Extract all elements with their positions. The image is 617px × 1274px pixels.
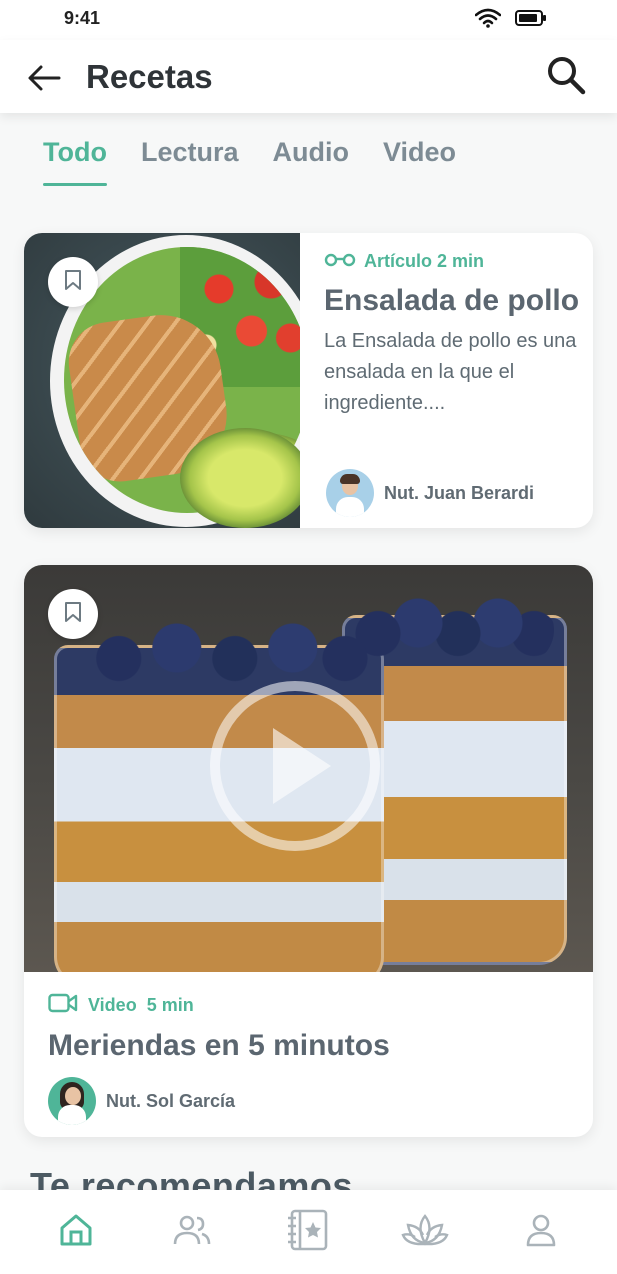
home-icon bbox=[59, 1213, 93, 1252]
tab-todo[interactable]: Todo bbox=[43, 137, 107, 186]
author-name: Nut. Sol García bbox=[106, 1090, 236, 1111]
profile-icon bbox=[525, 1213, 557, 1252]
video-author[interactable]: Nut. Sol García bbox=[48, 1077, 235, 1125]
play-icon bbox=[273, 728, 331, 804]
video-camera-icon bbox=[48, 993, 78, 1018]
app-header: Recetas bbox=[0, 40, 617, 113]
video-duration: 5 min bbox=[146, 995, 194, 1015]
battery-icon bbox=[515, 9, 547, 32]
users-icon bbox=[173, 1214, 211, 1251]
play-button[interactable] bbox=[210, 681, 380, 851]
status-time: 9:41 bbox=[64, 8, 101, 28]
search-icon bbox=[546, 55, 586, 100]
nav-community[interactable] bbox=[162, 1202, 222, 1262]
article-author[interactable]: Nut. Juan Berardi bbox=[326, 469, 534, 517]
glasses-icon bbox=[324, 251, 356, 272]
bookmark-icon bbox=[64, 269, 82, 296]
bookmark-icon bbox=[64, 601, 82, 628]
parfait-video-thumbnail bbox=[24, 565, 593, 972]
bookmark-button[interactable] bbox=[48, 589, 98, 639]
nav-profile[interactable] bbox=[511, 1202, 571, 1262]
bookmark-button[interactable] bbox=[48, 257, 98, 307]
tab-audio[interactable]: Audio bbox=[273, 137, 349, 186]
page-title: Recetas bbox=[86, 58, 213, 95]
author-name: Nut. Juan Berardi bbox=[384, 482, 535, 503]
article-type-duration: Artículo 2 min bbox=[364, 251, 485, 271]
video-card[interactable]: Video 5 min Meriendas en 5 minutos Nut. … bbox=[24, 565, 593, 1137]
status-bar: 9:41 bbox=[0, 0, 617, 40]
article-meta: Artículo 2 min bbox=[324, 251, 584, 272]
nav-wellness[interactable] bbox=[395, 1202, 455, 1262]
video-title: Meriendas en 5 minutos bbox=[48, 1029, 390, 1062]
nav-home[interactable] bbox=[46, 1202, 106, 1262]
wifi-icon bbox=[474, 8, 502, 33]
tab-video[interactable]: Video bbox=[383, 137, 456, 186]
lotus-icon bbox=[401, 1213, 449, 1252]
back-button[interactable] bbox=[26, 62, 62, 98]
search-button[interactable] bbox=[545, 56, 587, 98]
article-info: Artículo 2 min Ensalada de pollo La Ensa… bbox=[324, 251, 584, 419]
article-card[interactable]: Artículo 2 min Ensalada de pollo La Ensa… bbox=[24, 233, 593, 528]
tab-lectura[interactable]: Lectura bbox=[141, 137, 239, 186]
avatar bbox=[326, 469, 374, 517]
article-title: Ensalada de pollo bbox=[324, 284, 580, 317]
content-tabs: Todo Lectura Audio Video bbox=[43, 137, 456, 186]
arrow-left-icon bbox=[27, 64, 61, 97]
nav-recipe-book[interactable] bbox=[278, 1202, 338, 1262]
status-icons bbox=[474, 8, 547, 33]
article-description: La Ensalada de pollo es una ensalada en … bbox=[324, 330, 577, 414]
video-type: Video bbox=[88, 995, 137, 1015]
recipe-book-icon bbox=[286, 1209, 330, 1256]
bottom-nav bbox=[0, 1190, 617, 1274]
video-meta: Video 5 min bbox=[48, 993, 194, 1018]
avatar bbox=[48, 1077, 96, 1125]
